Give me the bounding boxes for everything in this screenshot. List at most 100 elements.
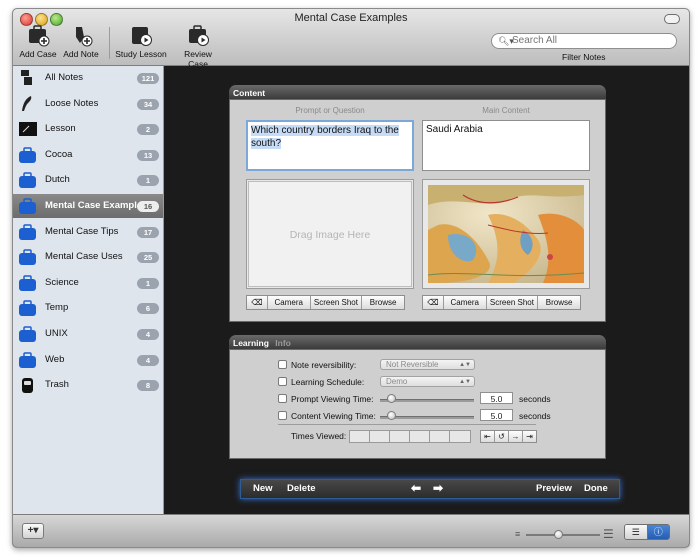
- next-arrow-icon[interactable]: ➡: [433, 481, 443, 495]
- learning-panel-title: Learning Info: [229, 335, 606, 349]
- add-case-button[interactable]: Add Case: [19, 25, 57, 59]
- sidebar-item-label: Web: [45, 353, 65, 365]
- prompt-viewing-checkbox[interactable]: [278, 394, 287, 403]
- clear-image-icon[interactable]: ⌫: [423, 296, 444, 309]
- search-field[interactable]: 🔍︎▾: [491, 33, 677, 49]
- sidebar-item-dutch[interactable]: Dutch 1: [13, 168, 163, 192]
- browse-button[interactable]: Browse: [538, 296, 580, 309]
- sidebar-item-label: Temp: [45, 302, 69, 314]
- new-button[interactable]: New: [253, 483, 273, 494]
- main-content-text: Saudi Arabia: [426, 124, 483, 135]
- content-viewing-field[interactable]: 5.0: [480, 409, 513, 421]
- preview-button[interactable]: Preview: [536, 483, 572, 494]
- trash-icon: [22, 378, 33, 394]
- camera-button[interactable]: Camera: [268, 296, 311, 309]
- sidebar-item-unix[interactable]: UNIX 4: [13, 322, 163, 346]
- updown-arrows-icon: ▲▼: [459, 379, 471, 385]
- sidebar-item-cocoa[interactable]: Cocoa 13: [13, 143, 163, 167]
- tab-info[interactable]: Info: [275, 338, 291, 348]
- info-view-icon[interactable]: ⓘ: [647, 525, 669, 539]
- sidebar-item-label: Cocoa: [45, 148, 73, 160]
- sidebar-item-science[interactable]: Science 1: [13, 271, 163, 295]
- study-lesson-button[interactable]: Study Lesson: [114, 25, 168, 59]
- count-badge: 13: [137, 149, 159, 161]
- browse-button[interactable]: Browse: [362, 296, 404, 309]
- times-viewed-label: Times Viewed:: [291, 431, 347, 441]
- content-panel: Prompt or Question Main Content Which co…: [229, 99, 606, 322]
- prompt-text: Which country borders Iraq to the south?: [251, 125, 399, 149]
- review-case-icon: [185, 25, 211, 47]
- zoom-slider[interactable]: [526, 534, 600, 536]
- previous-arrow-icon[interactable]: ⬅: [411, 481, 421, 495]
- toolbar-toggle-button[interactable]: [664, 14, 680, 24]
- lesson-board-icon: [19, 122, 37, 137]
- add-note-icon: [68, 25, 94, 47]
- main-image-well[interactable]: [422, 179, 590, 289]
- learning-schedule-select[interactable]: Demo ▲▼: [380, 376, 475, 387]
- learning-schedule-checkbox[interactable]: [278, 377, 287, 386]
- sidebar-item-all-notes[interactable]: All Notes 121: [13, 66, 163, 90]
- sidebar-item-label: Dutch: [45, 174, 70, 186]
- case-icon: [19, 198, 36, 214]
- sidebar-item-label: Lesson: [45, 123, 76, 135]
- status-bar: +▾ ≡ ☰ ☰ ⓘ: [13, 514, 689, 547]
- main-area: Content Prompt or Question Main Content …: [164, 66, 689, 514]
- first-icon[interactable]: ⇤: [481, 431, 495, 442]
- add-menu-button[interactable]: +▾: [22, 523, 44, 539]
- sidebar-item-label: Trash: [45, 379, 69, 391]
- list-view-icon[interactable]: ☰: [625, 525, 648, 539]
- done-button[interactable]: Done: [584, 483, 608, 494]
- sidebar-item-mental-case-tips[interactable]: Mental Case Tips 17: [13, 220, 163, 244]
- review-case-button[interactable]: Review Case: [173, 25, 223, 69]
- sidebar-item-temp[interactable]: Temp 6: [13, 296, 163, 320]
- times-viewed-indicator: [349, 430, 471, 443]
- screen-shot-button[interactable]: Screen Shot: [311, 296, 363, 309]
- sidebar-item-loose-notes[interactable]: Loose Notes 34: [13, 92, 163, 116]
- next-icon[interactable]: →: [509, 431, 523, 442]
- clear-image-icon[interactable]: ⌫: [247, 296, 268, 309]
- app-window: Mental Case Examples Add Case Add Note S…: [12, 8, 690, 548]
- sidebar-item-mental-case-examples[interactable]: Mental Case Examples 16: [13, 194, 163, 218]
- prompt-header: Prompt or Question: [295, 106, 365, 115]
- note-reversibility-checkbox[interactable]: [278, 360, 287, 369]
- seconds-label: seconds: [519, 411, 551, 421]
- main-content-text-field[interactable]: Saudi Arabia: [422, 120, 590, 171]
- case-icon: [19, 351, 36, 368]
- zoom-slider-knob[interactable]: [554, 530, 563, 539]
- prompt-text-field[interactable]: Which country borders Iraq to the south?: [246, 120, 414, 171]
- camera-button[interactable]: Camera: [444, 296, 487, 309]
- last-icon[interactable]: ⇥: [523, 431, 536, 442]
- count-badge: 1: [137, 277, 159, 289]
- window-title: Mental Case Examples: [294, 12, 408, 24]
- note-reversibility-label: Note reversibility:: [291, 360, 357, 370]
- prompt-viewing-field[interactable]: 5.0: [480, 392, 513, 404]
- prompt-image-well[interactable]: Drag Image Here: [246, 179, 414, 289]
- sidebar-item-trash[interactable]: Trash 8: [13, 373, 163, 397]
- sidebar-item-web[interactable]: Web 4: [13, 348, 163, 372]
- note-reversibility-select[interactable]: Not Reversible ▲▼: [380, 359, 475, 370]
- delete-button[interactable]: Delete: [287, 483, 316, 494]
- sidebar-item-lesson[interactable]: Lesson 2: [13, 117, 163, 141]
- count-badge: 4: [137, 329, 159, 340]
- learning-schedule-value: Demo: [386, 377, 408, 386]
- search-input[interactable]: [512, 34, 662, 47]
- view-mode-switch: ☰ ⓘ: [624, 524, 670, 540]
- learning-panel: Note reversibility: Not Reversible ▲▼ Lea…: [229, 349, 606, 459]
- content-viewing-checkbox[interactable]: [278, 411, 287, 420]
- content-viewing-knob[interactable]: [387, 411, 396, 420]
- seconds-label: seconds: [519, 394, 551, 404]
- count-badge: 8: [137, 380, 159, 392]
- sidebar-item-label: Mental Case Tips: [45, 225, 119, 237]
- case-icon: [19, 275, 36, 291]
- tab-learning[interactable]: Learning: [233, 338, 269, 348]
- note-action-bar: New Delete ⬅ ➡ Preview Done: [240, 479, 620, 499]
- prompt-viewing-knob[interactable]: [387, 394, 396, 403]
- screen-shot-button[interactable]: Screen Shot: [487, 296, 539, 309]
- reset-icon[interactable]: ↺: [495, 431, 509, 442]
- prompt-image-toolbar: ⌫ Camera Screen Shot Browse: [246, 295, 405, 310]
- quill-icon: [22, 95, 32, 111]
- updown-arrows-icon: ▲▼: [459, 362, 471, 368]
- count-badge: 4: [137, 354, 159, 366]
- add-note-button[interactable]: Add Note: [61, 25, 101, 59]
- sidebar-item-mental-case-uses[interactable]: Mental Case Uses 25: [13, 245, 163, 269]
